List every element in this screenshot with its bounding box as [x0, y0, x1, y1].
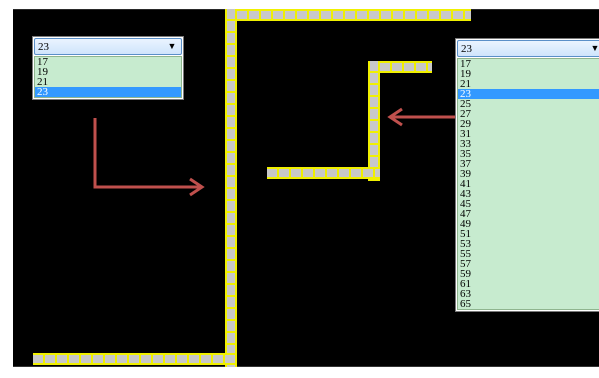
canvas-bottom-edge	[13, 366, 599, 367]
right-dropdown-option[interactable]: 37	[458, 159, 599, 170]
right-dropdown-option[interactable]: 57	[458, 259, 599, 270]
right-dropdown-option[interactable]: 29	[458, 119, 599, 130]
right-dropdown-option[interactable]: 27	[458, 109, 599, 120]
right-dropdown-option[interactable]: 17	[458, 59, 599, 70]
left-dropdown-option[interactable]: 17	[35, 57, 181, 68]
right-dropdown-option[interactable]: 33	[458, 139, 599, 150]
right-dropdown-option[interactable]: 31	[458, 129, 599, 140]
snake-segment-vertical	[225, 9, 237, 367]
left-dropdown-select[interactable]: 23 ▼	[34, 38, 182, 55]
right-dropdown-option[interactable]: 65	[458, 299, 599, 310]
right-dropdown-option[interactable]: 51	[458, 229, 599, 240]
right-dropdown-option[interactable]: 49	[458, 219, 599, 230]
left-dropdown-value: 23	[38, 41, 49, 53]
right-dropdown-option[interactable]: 39	[458, 169, 599, 180]
right-dropdown-option[interactable]: 23	[458, 89, 599, 100]
right-dropdown-option[interactable]: 43	[458, 189, 599, 200]
small-snake-bottom	[267, 167, 380, 179]
left-size-dropdown[interactable]: 23 ▼ 17 19 21 23	[32, 36, 184, 100]
right-dropdown-option[interactable]: 63	[458, 289, 599, 300]
right-dropdown-list[interactable]: 17 19 21 23 25 27 29 31 33 35 37 39 41 43 45 47 49 51 53 55…	[457, 58, 599, 310]
right-dropdown-option[interactable]: 45	[458, 199, 599, 210]
right-dropdown-option[interactable]: 55	[458, 249, 599, 260]
right-dropdown-value: 23	[461, 43, 472, 55]
right-dropdown-option[interactable]: 19	[458, 69, 599, 80]
chevron-down-icon[interactable]: ▼	[589, 41, 599, 56]
snake-segment-top	[225, 9, 471, 21]
right-dropdown-option[interactable]: 59	[458, 269, 599, 280]
right-dropdown-option[interactable]: 47	[458, 209, 599, 220]
right-dropdown-option[interactable]: 61	[458, 279, 599, 290]
left-dropdown-option[interactable]: 23	[35, 87, 181, 98]
left-dropdown-option[interactable]: 21	[35, 77, 181, 88]
chevron-down-icon[interactable]: ▼	[166, 39, 178, 54]
right-size-dropdown[interactable]: 23 ▼ 17 19 21 23 25 27 29 31 33 35 37 39 41 43 45 47 49 5…	[455, 38, 599, 312]
left-dropdown-list[interactable]: 17 19 21 23	[34, 56, 182, 98]
right-dropdown-option[interactable]: 53	[458, 239, 599, 250]
right-dropdown-option[interactable]: 41	[458, 179, 599, 190]
right-dropdown-select[interactable]: 23 ▼	[457, 40, 599, 57]
right-dropdown-option[interactable]: 35	[458, 149, 599, 160]
small-snake-vertical	[368, 61, 380, 181]
right-dropdown-option[interactable]: 21	[458, 79, 599, 90]
left-dropdown-option[interactable]: 19	[35, 67, 181, 78]
snake-segment-bottom	[33, 353, 237, 365]
right-dropdown-option[interactable]: 25	[458, 99, 599, 110]
